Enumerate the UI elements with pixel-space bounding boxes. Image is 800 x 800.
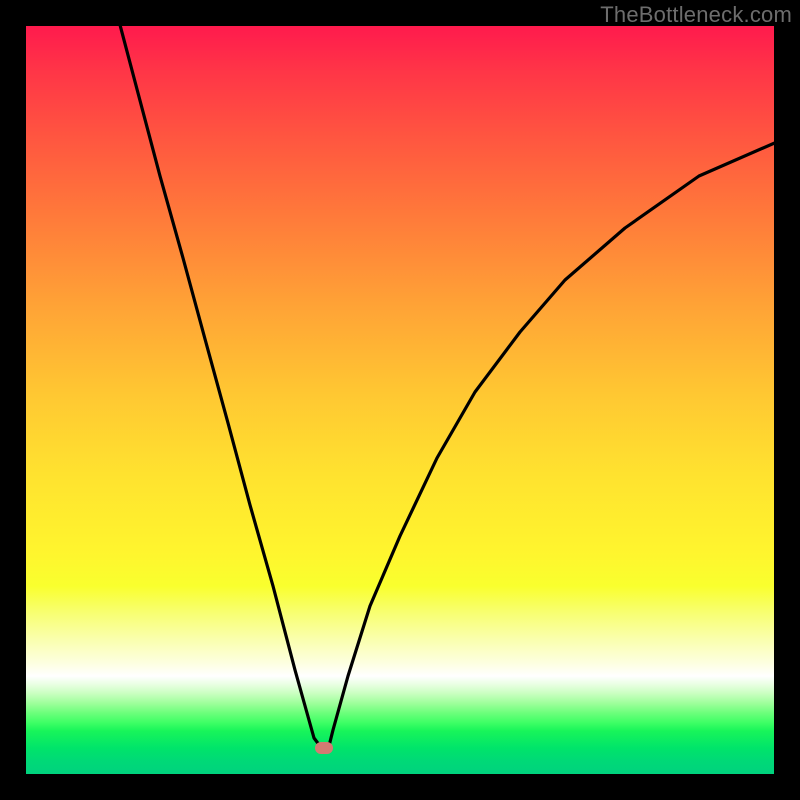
gradient-layer-2 bbox=[26, 586, 774, 676]
watermark-text: TheBottleneck.com bbox=[600, 2, 792, 28]
optimal-point-marker bbox=[315, 742, 333, 754]
chart-plot-area bbox=[26, 26, 774, 774]
gradient-layer-3 bbox=[26, 676, 774, 731]
chart-background-gradient bbox=[26, 26, 774, 774]
gradient-layer-4 bbox=[26, 731, 774, 774]
gradient-layer-1 bbox=[26, 26, 774, 586]
